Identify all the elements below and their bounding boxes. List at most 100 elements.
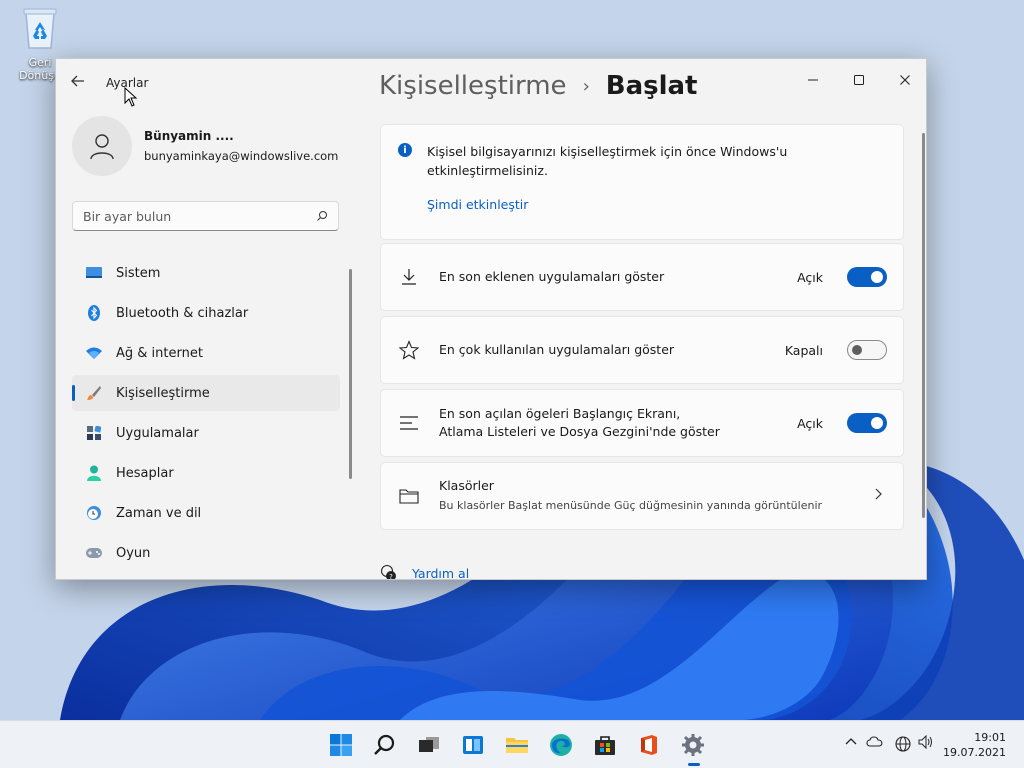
help-link[interactable]: Yardım al <box>412 566 469 580</box>
sidebar-item-label: Bluetooth & cihazlar <box>116 305 249 321</box>
download-icon <box>399 267 419 287</box>
person-icon <box>86 465 102 481</box>
sidebar-nav: Sistem Bluetooth & cihazlar Ağ & interne… <box>72 255 340 575</box>
help-icon: ? <box>380 564 396 580</box>
brush-icon <box>86 385 102 401</box>
content-scrollbar[interactable] <box>922 133 925 518</box>
monitor-icon <box>86 265 102 281</box>
toggle-state-text: Kapalı <box>784 342 823 358</box>
most-used-toggle[interactable] <box>847 340 887 360</box>
avatar <box>72 116 132 176</box>
settings-window: Ayarlar Bünyamin .... bunyaminkaya@windo… <box>55 58 927 580</box>
recently-opened-toggle[interactable] <box>847 413 887 433</box>
show-hidden-icons-button[interactable] <box>844 735 858 749</box>
page-title: Başlat <box>605 71 698 101</box>
office-button[interactable] <box>633 729 665 761</box>
office-icon <box>641 735 657 755</box>
folder-icon <box>399 486 419 506</box>
windows-logo-icon <box>330 734 352 756</box>
sidebar-item-network[interactable]: Ağ & internet <box>72 335 340 371</box>
activate-now-link[interactable]: Şimdi etkinleştir <box>427 197 528 212</box>
folder-icon <box>506 738 528 753</box>
breadcrumb: Kişiselleştirme › Başlat <box>379 71 698 101</box>
edge-browser-button[interactable] <box>545 729 577 761</box>
profile-email: bunyaminkaya@windowslive.com <box>144 149 339 163</box>
clock-date: 19.07.2021 <box>943 746 1006 759</box>
widgets-icon <box>463 736 483 754</box>
list-icon <box>399 413 419 433</box>
back-button[interactable] <box>70 73 90 93</box>
get-help[interactable]: ? Yardım al <box>380 564 469 580</box>
volume-button[interactable] <box>918 734 934 752</box>
onedrive-button[interactable] <box>866 735 884 750</box>
sidebar-item-accounts[interactable]: Hesaplar <box>72 455 340 491</box>
breadcrumb-parent[interactable]: Kişiselleştirme <box>379 71 567 101</box>
clock-time: 19:01 <box>974 731 1006 744</box>
folders-title: Klasörler <box>439 478 494 493</box>
close-button[interactable] <box>882 65 926 95</box>
sidebar-item-bluetooth[interactable]: Bluetooth & cihazlar <box>72 295 340 331</box>
store-button[interactable] <box>589 729 621 761</box>
start-button[interactable] <box>325 729 357 761</box>
settings-search[interactable] <box>72 201 339 231</box>
setting-label-line2: Atlama Listeleri ve Dosya Gezgini'nde gö… <box>439 424 720 439</box>
info-icon: i <box>398 143 412 157</box>
search-icon <box>374 734 395 755</box>
recently-added-toggle[interactable] <box>847 267 887 287</box>
sidebar-item-sistem[interactable]: Sistem <box>72 255 340 291</box>
taskbar-clock[interactable]: 19:01 19.07.2021 <box>943 730 1006 760</box>
task-view-icon <box>419 737 439 752</box>
sidebar-item-gaming[interactable]: Oyun <box>72 535 340 571</box>
close-icon <box>900 75 910 85</box>
toggle-state-text: Açık <box>797 269 823 285</box>
sidebar-item-label: Uygulamalar <box>116 425 199 441</box>
chevron-right-icon: › <box>582 75 590 97</box>
user-profile[interactable]: Bünyamin .... bunyaminkaya@windowslive.c… <box>72 116 338 176</box>
taskbar: 19:01 19.07.2021 <box>0 720 1024 768</box>
maximize-button[interactable] <box>836 65 882 95</box>
active-app-indicator <box>688 763 700 766</box>
setting-most-used: En çok kullanılan uygulamaları göster Ka… <box>380 316 904 384</box>
sidebar-item-time-language[interactable]: Zaman ve dil <box>72 495 340 531</box>
minimize-button[interactable] <box>790 65 836 95</box>
folders-subtitle: Bu klasörler Başlat menüsünde Güç düğmes… <box>439 499 823 512</box>
sidebar-item-personalization[interactable]: Kişiselleştirme <box>72 375 340 411</box>
search-icon[interactable] <box>316 210 328 222</box>
widgets-button[interactable] <box>457 729 489 761</box>
taskbar-search-button[interactable] <box>369 729 401 761</box>
folders-text: Klasörler Bu klasörler Başlat menüsünde … <box>439 477 822 515</box>
store-bag-icon <box>595 736 615 755</box>
folders-setting-row[interactable]: Klasörler Bu klasörler Başlat menüsünde … <box>380 462 904 530</box>
sidebar-item-label: Sistem <box>116 265 161 281</box>
star-icon <box>399 340 419 360</box>
chevron-right-icon <box>873 488 883 504</box>
gear-icon <box>682 734 704 756</box>
svg-text:?: ? <box>389 573 393 580</box>
task-view-button[interactable] <box>413 729 445 761</box>
sidebar-item-label: Kişiselleştirme <box>116 385 210 401</box>
speaker-icon <box>918 734 932 750</box>
globe-clock-icon <box>86 505 102 521</box>
cloud-icon <box>866 736 883 747</box>
network-button[interactable] <box>894 735 912 756</box>
sidebar-item-label: Hesaplar <box>116 465 174 481</box>
setting-label: En çok kullanılan uygulamaları göster <box>439 342 675 357</box>
search-input[interactable] <box>83 208 316 224</box>
back-arrow-icon <box>71 75 84 87</box>
file-explorer-button[interactable] <box>501 729 533 761</box>
sidebar-item-label: Ağ & internet <box>116 345 203 361</box>
minimize-icon <box>808 79 818 81</box>
person-icon <box>90 134 114 160</box>
profile-name: Bünyamin .... <box>144 129 234 143</box>
sidebar-item-apps[interactable]: Uygulamalar <box>72 415 340 451</box>
maximize-icon <box>854 75 864 85</box>
sidebar-item-label: Zaman ve dil <box>116 505 202 521</box>
mouse-cursor-icon <box>124 86 138 107</box>
activation-notice: i Kişisel bilgisayarınızı kişiselleştirm… <box>380 124 904 240</box>
settings-taskbar-button[interactable] <box>677 729 709 761</box>
setting-label-line1: En son açılan ögeleri Başlangıç Ekranı, <box>439 406 681 421</box>
setting-label: En son eklenen uygulamaları göster <box>439 269 665 284</box>
bluetooth-icon <box>86 305 102 321</box>
globe-icon <box>895 736 911 752</box>
sidebar-scrollbar[interactable] <box>349 269 352 479</box>
